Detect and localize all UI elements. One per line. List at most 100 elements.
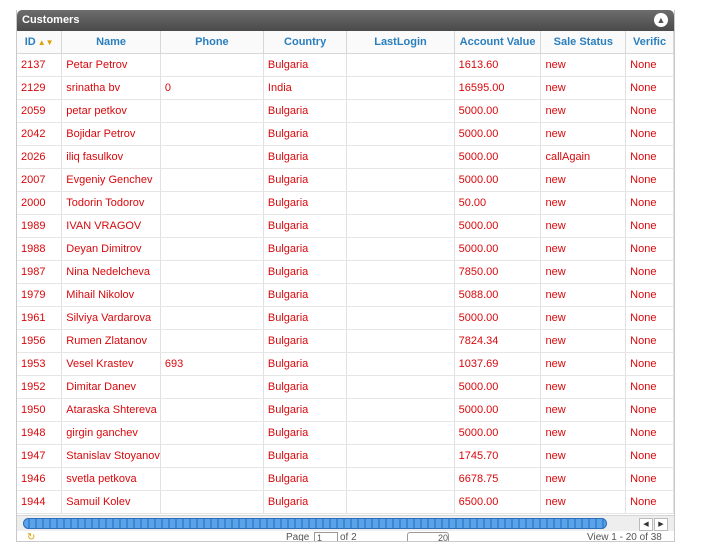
cell-phone [160,398,264,422]
table-row[interactable]: 1953 Vesel Krastev 693 Bulgaria 1037.69 new No… [17,352,674,376]
collapse-up-icon[interactable]: ▲ [654,13,668,27]
scroll-left-icon[interactable]: ◀ [639,518,653,531]
cell-account: 7850.00 [454,260,542,284]
cell-verif: None [625,76,674,100]
cell-lastlogin [346,237,455,261]
table-row[interactable]: 1961 Silviya Vardarova Bulgaria 5000.00 new N… [17,306,674,330]
cell-id: 2129 [17,76,63,100]
column-header-country[interactable]: Country [263,31,348,54]
cell-id: 2042 [17,122,63,146]
column-header-sale-status[interactable]: Sale Status [540,31,627,54]
table-row[interactable]: 1948 girgin ganchev Bulgaria 5000.00 new None [17,421,674,445]
cell-lastlogin [346,398,455,422]
table-row[interactable]: 1956 Rumen Zlatanov Bulgaria 7824.34 new None [17,329,674,353]
cell-lastlogin [346,76,455,100]
table-row[interactable]: 1946 svetla petkova Bulgaria 6678.75 new None [17,467,674,491]
grid-title: Customers [22,14,80,26]
cell-account: 5000.00 [454,306,542,330]
cell-status: new [540,122,627,146]
cell-status: new [540,214,627,238]
table-row[interactable]: 2059 petar petkov Bulgaria 5000.00 new None [17,99,674,123]
cell-account: 5088.00 [454,283,542,307]
cell-id: 1956 [17,329,63,353]
cell-country: Bulgaria [263,122,348,146]
cell-name: Rumen Zlatanov [61,329,161,353]
cell-id: 2026 [17,145,63,169]
cell-status: new [540,76,627,100]
cell-country: Bulgaria [263,237,348,261]
table-row[interactable]: 1947 Stanislav Stoyanov Bulgaria 1745.70 new… [17,444,674,468]
table-row[interactable]: 2129 srinatha bv 0 India 16595.00 new None [17,76,674,100]
cell-name: Silviya Vardarova [61,306,161,330]
cell-country: Bulgaria [263,214,348,238]
cell-name: Vesel Krastev [61,352,161,376]
column-header-phone[interactable]: Phone [160,31,264,54]
cell-phone [160,467,264,491]
cell-lastlogin [346,490,455,514]
cell-phone [160,168,264,192]
cell-account: 5000.00 [454,237,542,261]
table-row[interactable]: 2137 Petar Petrov Bulgaria 1613.60 new None [17,53,674,77]
scrollbar-thumb[interactable] [23,518,607,529]
cell-phone: 0 [160,76,264,100]
cell-phone [160,191,264,215]
table-row[interactable]: 2026 iliq fasulkov Bulgaria 5000.00 callAgai… [17,145,674,169]
cell-status: new [540,99,627,123]
table-row[interactable]: 1944 Samuil Kolev Bulgaria 6500.00 new None [17,490,674,514]
cell-verif: None [625,122,674,146]
cell-name: petar petkov [61,99,161,123]
table-row[interactable]: 2007 Evgeniy Genchev Bulgaria 5000.00 new Non… [17,168,674,192]
horizontal-scrollbar[interactable]: ◀ ▶ [17,515,674,531]
cell-account: 6678.75 [454,467,542,491]
cell-name: Todorin Todorov [61,191,161,215]
cell-verif: None [625,306,674,330]
cell-account: 50.00 [454,191,542,215]
cell-status: new [540,306,627,330]
column-header-account-value[interactable]: Account Value [454,31,542,54]
cell-name: girgin ganchev [61,421,161,445]
cell-account: 5000.00 [454,122,542,146]
cell-phone [160,99,264,123]
cell-country: Bulgaria [263,306,348,330]
cell-verif: None [625,398,674,422]
cell-account: 5000.00 [454,99,542,123]
table-row[interactable]: 1987 Nina Nedelcheva Bulgaria 7850.00 new Non… [17,260,674,284]
cell-lastlogin [346,467,455,491]
cell-verif: None [625,99,674,123]
cell-status: callAgain [540,145,627,169]
table-row[interactable]: 2000 Todorin Todorov Bulgaria 50.00 new None [17,191,674,215]
cell-id: 1947 [17,444,63,468]
column-header-verification[interactable]: Verific [625,31,674,54]
cell-name: srinatha bv [61,76,161,100]
cell-verif: None [625,214,674,238]
cell-country: Bulgaria [263,191,348,215]
cell-id: 1989 [17,214,63,238]
table-row[interactable]: 2042 Bojidar Petrov Bulgaria 5000.00 new None [17,122,674,146]
cell-phone [160,260,264,284]
cell-id: 2000 [17,191,63,215]
cell-id: 1988 [17,237,63,261]
table-row[interactable]: 1952 Dimitar Danev Bulgaria 5000.00 new None [17,375,674,399]
cell-country: Bulgaria [263,375,348,399]
scroll-right-icon[interactable]: ▶ [654,518,668,531]
cell-country: Bulgaria [263,398,348,422]
pager: ↻ Page 1 of 2 20 View 1 - 20 of 38 [17,531,674,541]
column-header-name[interactable]: Name [61,31,161,54]
cell-name: IVAN VRAGOV [61,214,161,238]
cell-lastlogin [346,145,455,169]
cell-lastlogin [346,260,455,284]
cell-id: 2007 [17,168,63,192]
table-row[interactable]: 1988 Deyan Dimitrov Bulgaria 5000.00 new None [17,237,674,261]
cell-verif: None [625,329,674,353]
cell-lastlogin [346,375,455,399]
cell-status: new [540,283,627,307]
cell-name: Stanislav Stoyanov [61,444,161,468]
column-header-id[interactable]: ID ▲▼ [17,31,63,54]
table-row[interactable]: 1989 IVAN VRAGOV Bulgaria 5000.00 new None [17,214,674,238]
cell-verif: None [625,260,674,284]
table-row[interactable]: 1979 Mihail Nikolov Bulgaria 5088.00 new None [17,283,674,307]
cell-lastlogin [346,122,455,146]
cell-status: new [540,398,627,422]
column-header-lastlogin[interactable]: LastLogin [346,31,455,54]
table-row[interactable]: 1950 Ataraska Shtereva Bulgaria 5000.00 new N… [17,398,674,422]
